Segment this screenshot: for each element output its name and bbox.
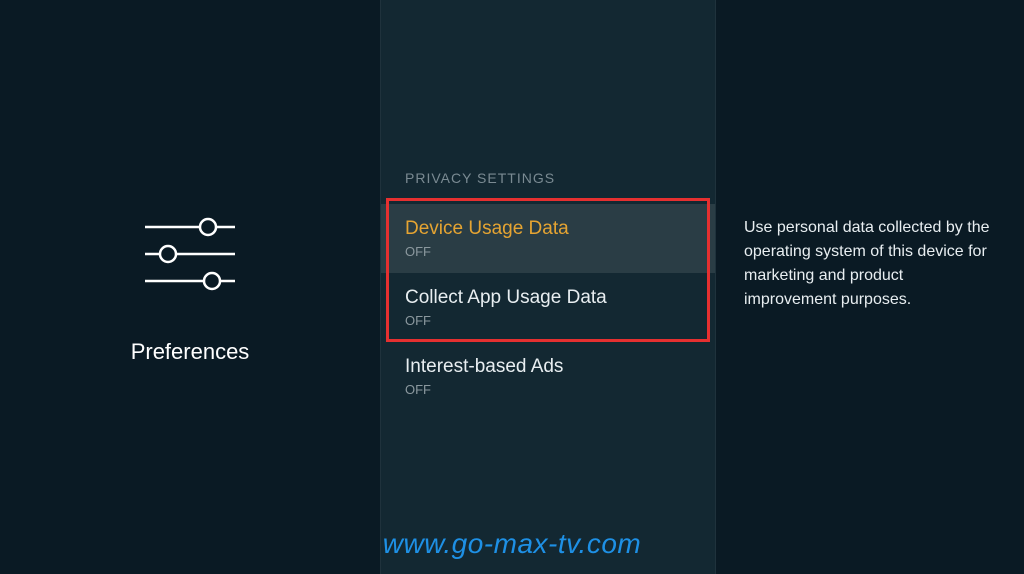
left-panel: Preferences <box>0 0 380 574</box>
description-panel: Use personal data collected by the opera… <box>716 0 1024 574</box>
setting-label: Collect App Usage Data <box>405 287 691 309</box>
setting-label: Interest-based Ads <box>405 356 691 378</box>
watermark-text: www.go-max-tv.com <box>383 528 641 560</box>
setting-device-usage-data[interactable]: Device Usage Data OFF <box>381 204 715 273</box>
setting-value: OFF <box>405 244 691 259</box>
setting-value: OFF <box>405 313 691 328</box>
sliders-icon <box>140 209 240 299</box>
setting-label: Device Usage Data <box>405 218 691 240</box>
section-header: PRIVACY SETTINGS <box>381 170 715 204</box>
category-title: Preferences <box>131 339 250 365</box>
setting-interest-based-ads[interactable]: Interest-based Ads OFF <box>381 342 715 411</box>
setting-description: Use personal data collected by the opera… <box>744 216 996 312</box>
setting-collect-app-usage-data[interactable]: Collect App Usage Data OFF <box>381 273 715 342</box>
setting-value: OFF <box>405 382 691 397</box>
settings-list: PRIVACY SETTINGS Device Usage Data OFF C… <box>380 0 716 574</box>
